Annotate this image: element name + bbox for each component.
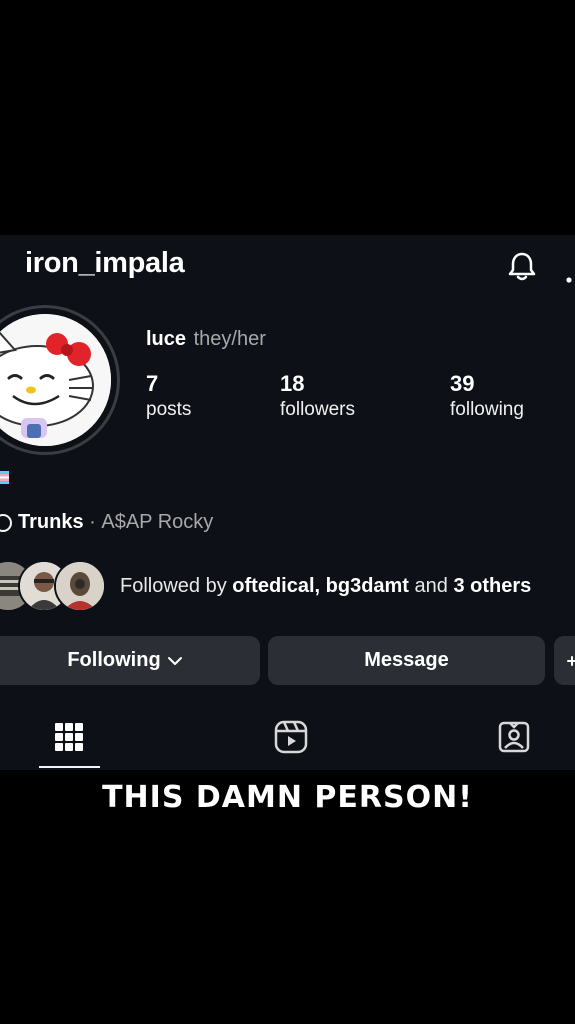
message-button-label: Message bbox=[364, 649, 449, 671]
pronouns: they/her bbox=[193, 328, 266, 350]
avatar-image bbox=[0, 314, 111, 446]
add-person-icon bbox=[567, 655, 575, 666]
stat-following[interactable]: 39 following bbox=[450, 371, 524, 423]
profile-avatar[interactable] bbox=[0, 305, 120, 455]
posts-count: 7 bbox=[146, 371, 159, 396]
mutual-avatar bbox=[54, 560, 106, 612]
profile-music[interactable]: Trunks · A$AP Rocky bbox=[0, 511, 213, 534]
tab-reels[interactable] bbox=[271, 717, 311, 757]
following-label: following bbox=[450, 399, 524, 420]
bell-icon[interactable] bbox=[505, 249, 539, 283]
tab-tagged[interactable] bbox=[494, 717, 534, 757]
following-count: 39 bbox=[450, 371, 475, 396]
tab-posts-grid[interactable] bbox=[49, 717, 89, 757]
reels-icon bbox=[274, 720, 308, 754]
followed-by-text[interactable]: Followed by oftedical, bg3damt and 3 oth… bbox=[120, 575, 531, 598]
message-button[interactable]: Message bbox=[268, 636, 545, 685]
add-person-button[interactable] bbox=[554, 636, 575, 685]
following-button[interactable]: Following bbox=[0, 636, 260, 685]
following-button-label: Following bbox=[67, 649, 161, 671]
followed-by-others: 3 others bbox=[453, 575, 532, 597]
music-track: Trunks bbox=[18, 511, 84, 533]
chevron-down-icon bbox=[167, 656, 182, 665]
followed-by-names: oftedical, bg3damt bbox=[232, 575, 409, 597]
profile-name-line: luce they/her bbox=[146, 328, 266, 351]
caption-text: THIS DAMN PERSON! bbox=[102, 780, 473, 815]
display-name: luce bbox=[146, 328, 187, 350]
grid-icon bbox=[55, 723, 83, 751]
tagged-icon bbox=[498, 721, 530, 753]
music-artist: A$AP Rocky bbox=[101, 511, 214, 533]
music-disc-icon bbox=[0, 513, 12, 532]
mutual-followers-avatars[interactable] bbox=[0, 560, 110, 612]
active-tab-indicator bbox=[39, 766, 100, 768]
posts-label: posts bbox=[146, 399, 192, 420]
more-vertical-icon[interactable] bbox=[563, 249, 575, 283]
followed-by-prefix: Followed by bbox=[120, 575, 233, 597]
flag-icon bbox=[0, 471, 9, 484]
followers-label: followers bbox=[280, 399, 355, 420]
profile-screen: iron_impala luce they/her 7 posts 18 fol… bbox=[0, 235, 575, 770]
profile-username[interactable]: iron_impala bbox=[25, 247, 185, 280]
stat-followers[interactable]: 18 followers bbox=[280, 371, 355, 423]
music-separator: · bbox=[89, 511, 96, 533]
followed-by-and: and bbox=[408, 575, 454, 597]
stat-posts[interactable]: 7 posts bbox=[146, 371, 191, 423]
followers-count: 18 bbox=[280, 371, 305, 396]
